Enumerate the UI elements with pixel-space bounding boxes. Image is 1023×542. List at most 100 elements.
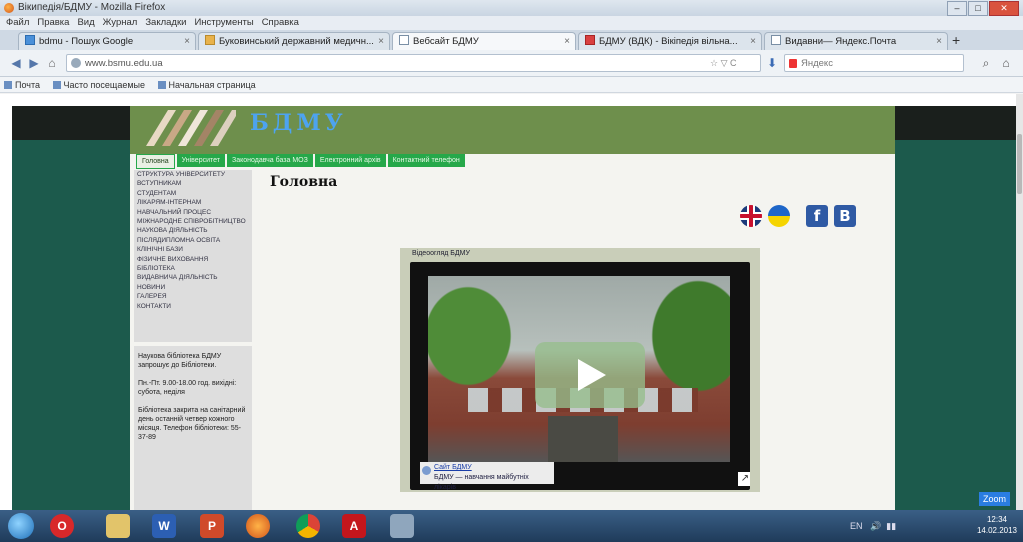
clock-time: 12:34: [986, 515, 1008, 524]
browser-tab[interactable]: Видавни— Яндекс.Почта ×: [764, 32, 948, 50]
explorer-folder-icon[interactable]: [106, 514, 130, 538]
menu-help[interactable]: Справка: [262, 16, 299, 30]
left-menu-item[interactable]: Клінічні бази: [134, 245, 252, 254]
vertical-scrollbar[interactable]: [1016, 94, 1023, 510]
nav-legislation[interactable]: Законодавча база МОЗ: [227, 154, 313, 167]
play-icon: [578, 359, 606, 391]
address-bar[interactable]: www.bsmu.edu.ua: [66, 54, 761, 72]
minimize-button[interactable]: –: [947, 1, 967, 16]
left-menu-item[interactable]: Лікарям-інтернам: [134, 198, 252, 207]
clock[interactable]: 12:34 14.02.2013: [975, 514, 1019, 538]
left-menu-item[interactable]: Вступникам: [134, 179, 252, 188]
tab-close-icon[interactable]: ×: [936, 33, 942, 50]
google-favicon-icon: [25, 35, 35, 45]
bookmark-item[interactable]: Почта: [4, 80, 40, 90]
firefox-icon: [4, 3, 14, 13]
clock-date: 14.02.2013: [976, 526, 1018, 535]
menu-bookmarks[interactable]: Закладки: [145, 16, 186, 30]
left-menu-item[interactable]: Навчальний процес: [134, 208, 252, 217]
left-menu-item[interactable]: Наукова діяльність: [134, 226, 252, 235]
site-identity-icon[interactable]: [71, 58, 81, 68]
browser-tab-active[interactable]: Вебсайт БДМУ ×: [392, 32, 576, 50]
forward-icon[interactable]: ▶: [26, 55, 42, 71]
zoom-app-icon[interactable]: Zoom: [978, 492, 1010, 506]
network-icon[interactable]: ▮▮: [884, 521, 896, 531]
browser-tab[interactable]: bdmu - Пошук Google ×: [18, 32, 196, 50]
search-input[interactable]: Яндекс: [784, 54, 964, 72]
start-button[interactable]: [8, 513, 34, 539]
address-bar-actions[interactable]: ☆ ▽ C: [710, 58, 737, 69]
video-description: БДМУ — навчання майбутніх лікарів: [434, 474, 529, 490]
tab-close-icon[interactable]: ×: [564, 33, 570, 50]
social-links: f B: [740, 204, 856, 228]
left-menu-item[interactable]: Галерея: [134, 292, 252, 301]
left-menu-item[interactable]: Новини: [134, 283, 252, 292]
maximize-button[interactable]: □: [968, 1, 988, 16]
bookmark-label: Почта: [15, 80, 40, 90]
page-favicon-icon: [399, 35, 409, 45]
home-page-icon[interactable]: ⌂: [998, 55, 1014, 71]
left-menu-item[interactable]: Міжнародне співробітництво: [134, 217, 252, 226]
system-tray: EN 🔊 ▮▮: [850, 516, 970, 536]
tab-label: Вебсайт БДМУ: [413, 36, 479, 47]
new-tab-button[interactable]: +: [952, 30, 960, 50]
paint-icon[interactable]: [390, 514, 414, 538]
chrome-icon[interactable]: [296, 514, 320, 538]
share-icon[interactable]: ↗: [738, 472, 750, 486]
back-icon[interactable]: ◀: [8, 55, 24, 71]
site-container: БДМУ Головна Університет Законодавча баз…: [130, 106, 895, 510]
left-menu-item[interactable]: Контакти: [134, 302, 252, 311]
video-player[interactable]: Сайт БДМУ БДМУ — навчання майбутніх ліка…: [410, 262, 750, 490]
word-icon[interactable]: W: [152, 514, 176, 538]
university-logo-icon: [146, 110, 236, 146]
tab-label: БДМУ (ВДК) - Вікіпедія вільна...: [599, 36, 738, 47]
volume-icon[interactable]: 🔊: [865, 521, 881, 531]
url-text: www.bsmu.edu.ua: [85, 58, 163, 69]
taskbar: O W P A EN 🔊 ▮▮ 12:34 14.02.2013: [0, 510, 1023, 542]
search-placeholder: Яндекс: [801, 58, 833, 69]
home-icon[interactable]: ⌂: [44, 55, 60, 71]
bookmark-item[interactable]: Начальная страница: [157, 80, 256, 90]
close-window-button[interactable]: ✕: [989, 1, 1019, 16]
acrobat-icon[interactable]: A: [342, 514, 366, 538]
english-flag-icon[interactable]: [740, 205, 762, 227]
ukrainian-flag-icon[interactable]: [768, 205, 790, 227]
left-menu-item[interactable]: Структура університету: [134, 170, 252, 179]
language-indicator[interactable]: EN: [850, 521, 863, 531]
menu-history[interactable]: Журнал: [103, 16, 138, 30]
play-button[interactable]: [535, 342, 645, 408]
left-menu-item[interactable]: Видавнича діяльність: [134, 273, 252, 282]
left-menu-item[interactable]: Післядипломна освіта: [134, 236, 252, 245]
left-menu-item[interactable]: Студентам: [134, 189, 252, 198]
video-channel-link[interactable]: Сайт БДМУ: [434, 464, 472, 471]
menu-view[interactable]: Вид: [77, 16, 94, 30]
tab-close-icon[interactable]: ×: [750, 33, 756, 50]
bookmark-item[interactable]: Часто посещаемые: [52, 80, 145, 90]
vkontakte-icon[interactable]: B: [834, 205, 856, 227]
nav-university[interactable]: Університет: [176, 154, 225, 167]
nav-archive[interactable]: Електронний архів: [314, 154, 386, 167]
info-paragraph: Наукова бібліотека БДМУ запрошує до Бібл…: [138, 353, 222, 369]
left-menu-item[interactable]: Фізичне виховання: [134, 255, 252, 264]
powerpoint-icon[interactable]: P: [200, 514, 224, 538]
opera-icon[interactable]: O: [50, 514, 74, 538]
nav-contacts[interactable]: Контактний телефон: [387, 154, 465, 167]
tab-label: Видавни— Яндекс.Почта: [785, 36, 897, 47]
firefox-taskbar-icon[interactable]: [246, 514, 270, 538]
left-menu-item[interactable]: Бібліотека: [134, 264, 252, 273]
tab-close-icon[interactable]: ×: [378, 33, 384, 50]
facebook-icon[interactable]: f: [806, 205, 828, 227]
window-title: Вікипедія/БДМУ - Mozilla Firefox: [18, 2, 166, 13]
search-go-icon[interactable]: ⌕: [978, 55, 994, 71]
channel-avatar: [422, 466, 431, 475]
tab-close-icon[interactable]: ×: [184, 33, 190, 50]
wiki-favicon-icon: [585, 35, 595, 45]
download-icon[interactable]: ⬇: [764, 55, 780, 71]
menu-tools[interactable]: Инструменты: [194, 16, 253, 30]
scrollbar-thumb[interactable]: [1017, 134, 1022, 194]
menu-file[interactable]: Файл: [6, 16, 29, 30]
browser-tab[interactable]: Буковинський державний медичн... ×: [198, 32, 390, 50]
menu-edit[interactable]: Правка: [37, 16, 69, 30]
browser-tab[interactable]: БДМУ (ВДК) - Вікіпедія вільна... ×: [578, 32, 762, 50]
nav-home[interactable]: Головна: [136, 154, 175, 169]
